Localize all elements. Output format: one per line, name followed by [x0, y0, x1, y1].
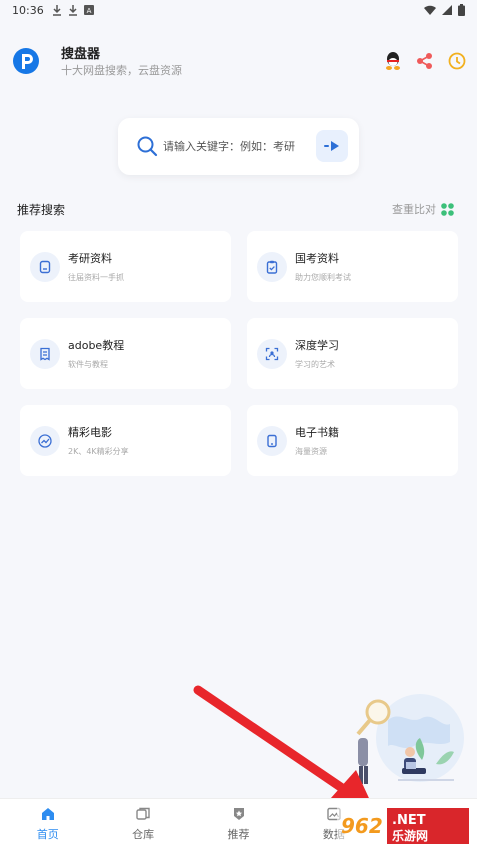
- search-input[interactable]: [163, 136, 303, 156]
- tab-label: 首页: [36, 828, 59, 841]
- wifi-icon: [424, 5, 436, 15]
- app-name: 搜盘器: [61, 47, 101, 62]
- tab-recommend[interactable]: 推荐: [191, 799, 286, 848]
- card-title: 电子书籍: [295, 426, 339, 439]
- card-movies[interactable]: 精彩电影 2K、4K精彩分享: [20, 405, 231, 476]
- svg-text:乐游网: 乐游网: [392, 828, 428, 843]
- search-submit-button[interactable]: [316, 130, 348, 162]
- share-icon[interactable]: [414, 50, 436, 72]
- reading-illustration: [356, 694, 464, 784]
- signal-icon: [442, 5, 452, 15]
- grid-dots-icon: [441, 202, 454, 216]
- card-title: 精彩电影: [68, 426, 112, 439]
- scan-icon: [257, 339, 287, 369]
- qq-icon[interactable]: [382, 50, 404, 72]
- status-bar: 10:36 A: [0, 0, 477, 20]
- copy-icon: [134, 805, 152, 823]
- card-title: adobe教程: [68, 339, 125, 352]
- clock-icon[interactable]: [446, 50, 468, 72]
- svg-text:A: A: [86, 7, 91, 15]
- tab-label: 推荐: [227, 828, 250, 841]
- card-title: 深度学习: [295, 339, 339, 352]
- card-deep-learning[interactable]: 深度学习 学习的艺术: [247, 318, 458, 389]
- app-logo: [13, 48, 39, 74]
- notification-icons: A: [52, 4, 94, 16]
- chart-icon: [30, 426, 60, 456]
- receipt-icon: [30, 339, 60, 369]
- app-subtitle: 十大网盘搜索，云盘资源: [61, 64, 182, 77]
- document-icon: [30, 252, 60, 282]
- app-notification-icon: A: [83, 5, 94, 15]
- system-icons: [424, 4, 465, 16]
- battery-icon: [458, 4, 465, 16]
- svg-text:962: 962: [341, 814, 383, 838]
- search-box[interactable]: [118, 118, 359, 175]
- card-ebooks[interactable]: 电子书籍 海量资源: [247, 405, 458, 476]
- card-subtitle: 学习的艺术: [295, 360, 335, 369]
- badge-icon: [230, 805, 248, 823]
- section-title: 推荐搜索: [17, 203, 66, 217]
- play-arrow-icon: [324, 141, 339, 151]
- dedupe-compare-label: 查重比对: [392, 203, 436, 216]
- dedupe-compare-link[interactable]: 查重比对: [392, 201, 454, 217]
- download-icon: [68, 4, 77, 16]
- tab-label: 仓库: [132, 828, 155, 841]
- card-subtitle: 助力您顺利考试: [295, 273, 351, 282]
- svg-text:.NET: .NET: [392, 813, 426, 828]
- card-subtitle: 海量资源: [295, 447, 327, 456]
- home-icon: [39, 805, 57, 823]
- status-time: 10:36: [12, 3, 44, 17]
- card-title: 考研资料: [68, 252, 112, 265]
- tab-home[interactable]: 首页: [0, 799, 95, 848]
- app-header: 搜盘器 十大网盘搜索，云盘资源: [0, 38, 477, 84]
- card-adobe[interactable]: adobe教程 软件与教程: [20, 318, 231, 389]
- tablet-icon: [257, 426, 287, 456]
- card-subtitle: 往届资料一手抓: [68, 273, 124, 282]
- search-icon: [137, 136, 158, 157]
- card-subtitle: 2K、4K精彩分享: [68, 447, 129, 456]
- card-kaoyan[interactable]: 考研资料 往届资料一手抓: [20, 231, 231, 302]
- card-title: 国考资料: [295, 252, 339, 265]
- card-guokao[interactable]: 国考资料 助力您顺利考试: [247, 231, 458, 302]
- tab-warehouse[interactable]: 仓库: [95, 799, 190, 848]
- watermark-logo: 962 .NET 乐游网: [337, 806, 472, 846]
- card-subtitle: 软件与教程: [68, 360, 108, 369]
- clipboard-icon: [257, 252, 287, 282]
- download-icon: [52, 4, 61, 16]
